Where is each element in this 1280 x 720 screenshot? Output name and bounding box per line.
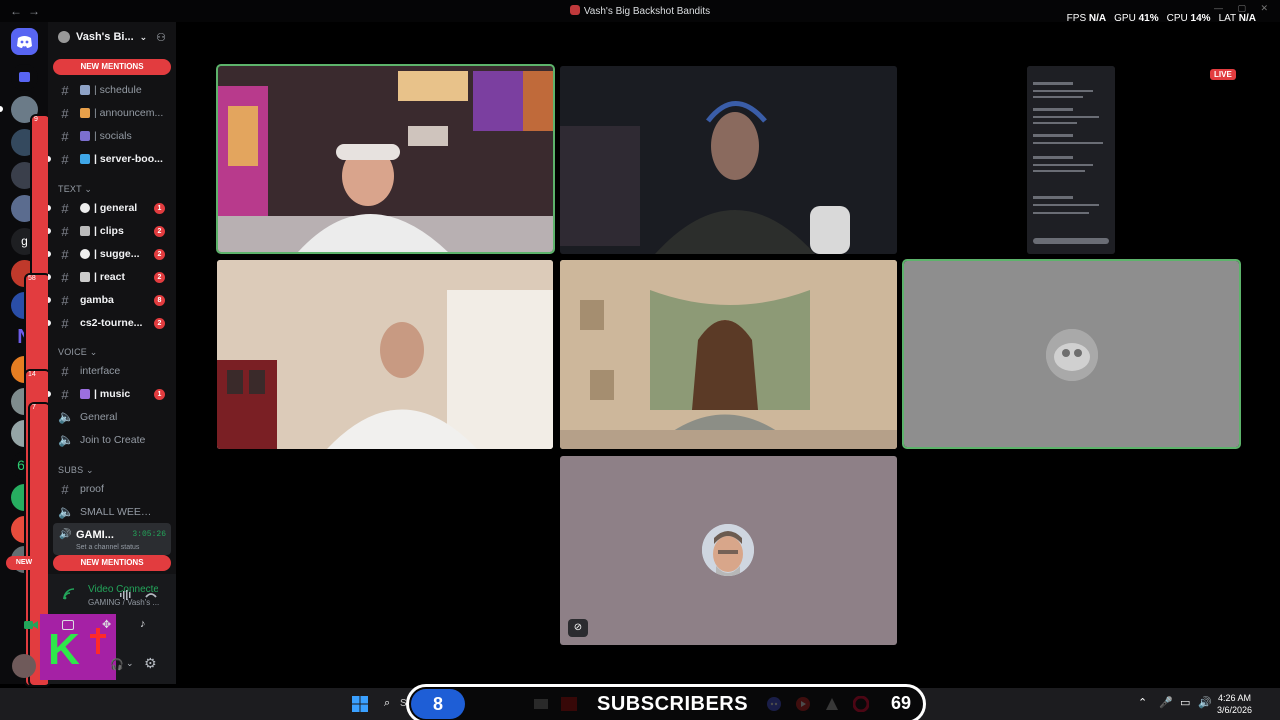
server-boost-icon — [58, 31, 70, 43]
channel-proof[interactable]: # proof — [48, 479, 172, 499]
settings-gear-icon[interactable]: ⚙ — [144, 655, 157, 672]
search-icon[interactable]: ⌕ — [384, 697, 390, 710]
subscriber-goal: 69 — [890, 693, 911, 713]
voice-channel-general[interactable]: 🔈 General — [48, 407, 172, 427]
chevron-down-icon: ⌄ — [139, 31, 148, 42]
chevron-down-icon[interactable]: ⌄ — [126, 658, 134, 669]
volume-icon[interactable]: 🔊 — [1198, 696, 1212, 709]
add-member-icon[interactable]: ⚇ — [156, 31, 166, 44]
video-tile-avatar-2[interactable]: ⊘ — [560, 456, 897, 645]
new-mentions-bottom[interactable]: NEW MENTIONS — [53, 555, 171, 571]
channel-clips[interactable]: # | clips 2 — [48, 221, 172, 241]
channel-schedule[interactable]: # | schedule — [48, 80, 172, 100]
category-text[interactable]: TEXT ⌄ — [58, 184, 92, 195]
active-voice-channel[interactable]: 🔊 GAMI... 3:05:26 Set a channel status — [53, 523, 171, 555]
stream-preview[interactable] — [1027, 66, 1115, 254]
server-icon — [569, 5, 580, 15]
channel-announcements[interactable]: # | announcem... — [48, 103, 172, 123]
activities-icon[interactable]: ✥ — [102, 618, 111, 631]
video-off-icon[interactable]: ⊘ — [568, 619, 588, 637]
microphone-icon[interactable]: 🎤 — [1159, 696, 1173, 709]
screen-share-icon[interactable] — [62, 620, 74, 630]
channel-gamba[interactable]: # gamba 8 — [48, 290, 172, 310]
channel-suggestions[interactable]: # | sugge... 2 — [48, 244, 172, 264]
video-tile-avatar-1[interactable] — [902, 259, 1241, 449]
video-tile-2[interactable] — [560, 66, 897, 254]
category-voice[interactable]: VOICE ⌄ — [58, 347, 97, 358]
taskbar-clock[interactable]: 4:26 AM 3/6/2026 — [1217, 692, 1252, 716]
disconnect-icon[interactable] — [145, 591, 157, 599]
signal-icon[interactable] — [62, 587, 76, 601]
soundboard-icon[interactable]: ♪ — [140, 618, 146, 630]
speaker-icon: 🔈 — [58, 409, 75, 424]
channel-react[interactable]: # | react 2 — [48, 267, 172, 287]
video-tile-4[interactable] — [560, 260, 897, 449]
network-icon[interactable]: ▭ — [1180, 696, 1190, 709]
channel-socials[interactable]: # | socials — [48, 126, 172, 146]
user-avatar — [702, 524, 754, 576]
new-pill[interactable]: NEW — [6, 556, 42, 570]
user-avatar[interactable] — [12, 654, 36, 678]
speaker-icon: 🔊 — [59, 529, 72, 540]
channel-general[interactable]: # | general 1 — [48, 198, 172, 218]
channel-cs2-tournament[interactable]: # cs2-tourne... 2 — [48, 313, 172, 333]
noise-suppression-icon[interactable] — [120, 590, 132, 600]
channel-music[interactable]: # | music 1 — [48, 384, 172, 404]
voice-channel-small-weens[interactable]: 🔈SMALL WEENS ... — [48, 502, 172, 522]
user-avatar — [1046, 329, 1098, 381]
chevron-up-icon[interactable]: ⌃ — [1138, 696, 1147, 709]
server-header[interactable]: Vash's Bi... ⌄ ⚇ — [48, 22, 176, 52]
svg-text:K: K — [48, 625, 80, 674]
headset-icon[interactable]: 🎧 — [110, 658, 124, 671]
performance-overlay: FPS N/A GPU 41% CPU 14% LAT N/A — [1066, 13, 1256, 24]
set-status-link[interactable]: Set a channel status — [76, 544, 139, 551]
subscriber-count: 8 — [411, 689, 465, 719]
channel-server-boosts[interactable]: # | server-boo... — [48, 149, 172, 169]
video-tile-1[interactable] — [216, 64, 555, 254]
new-mentions-top[interactable]: NEW MENTIONS — [53, 59, 171, 75]
folder-icon[interactable] — [11, 64, 38, 91]
voice-status-panel: Video Connected GAMING / Vash's ... K ✥ … — [12, 574, 176, 684]
discord-home-icon[interactable] — [11, 28, 38, 55]
speaker-icon: 🔈 — [58, 432, 75, 447]
category-subs[interactable]: SUBS ⌄ — [58, 465, 94, 476]
subscriber-goal-overlay: 8 SUBSCRIBERS 69 — [406, 684, 926, 720]
speaker-icon: 🔈 — [58, 504, 75, 519]
voice-channel-join-to-create[interactable]: 🔈 Join to Create — [48, 430, 172, 450]
subscriber-label: SUBSCRIBERS — [597, 693, 749, 715]
server-rail: g N 6s 9 58 14 7 — [0, 22, 51, 687]
call-timer: 3:05:26 — [132, 530, 166, 539]
camera-icon[interactable] — [24, 620, 38, 630]
live-badge: LIVE — [1210, 69, 1236, 80]
windows-start-icon[interactable] — [352, 696, 368, 712]
video-tile-3[interactable] — [217, 260, 553, 449]
channel-interface[interactable]: # interface — [48, 361, 172, 381]
